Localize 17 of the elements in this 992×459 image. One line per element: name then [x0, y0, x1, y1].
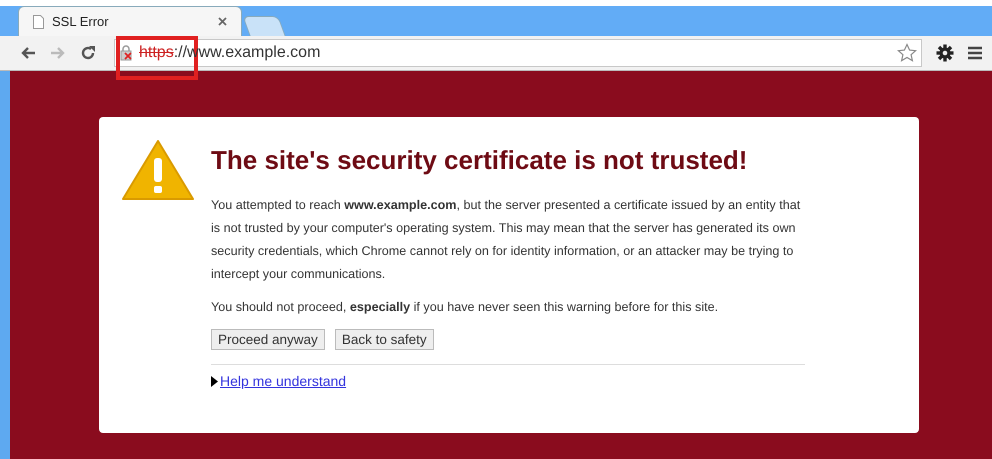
settings-icon[interactable]: [936, 44, 954, 62]
page-icon: [33, 14, 44, 28]
reload-icon[interactable]: [80, 45, 96, 61]
error-message: You should not proceed, especially if you have never seen this warning before for this site.: [211, 299, 720, 316]
warning-icon: [121, 139, 195, 201]
back-button[interactable]: Back to safety: [334, 329, 434, 350]
close-icon[interactable]: [218, 17, 227, 26]
browser-tab[interactable]: SSL Error: [18, 6, 242, 36]
error-message: You attempted to reach www.example.com, but the server presented a certificate issued by an entity that is not trusted by your computer's operating system. This may mean that the server has generated its own security credentials, which Chrome cannot rely on for identity information, or an attacker may be trying to intercept your communications.: [211, 197, 802, 283]
proceed-button[interactable]: Proceed anyway: [211, 329, 325, 350]
expand-triangle-icon[interactable]: [211, 376, 218, 386]
menu-icon[interactable]: [968, 46, 982, 60]
help-link[interactable]: Help me understand: [220, 373, 346, 389]
back-icon[interactable]: [20, 46, 36, 60]
tab-title: SSL Error: [52, 14, 110, 29]
error-heading: The site's security certificate is not trusted!: [211, 145, 748, 176]
star-icon[interactable]: [897, 43, 917, 63]
